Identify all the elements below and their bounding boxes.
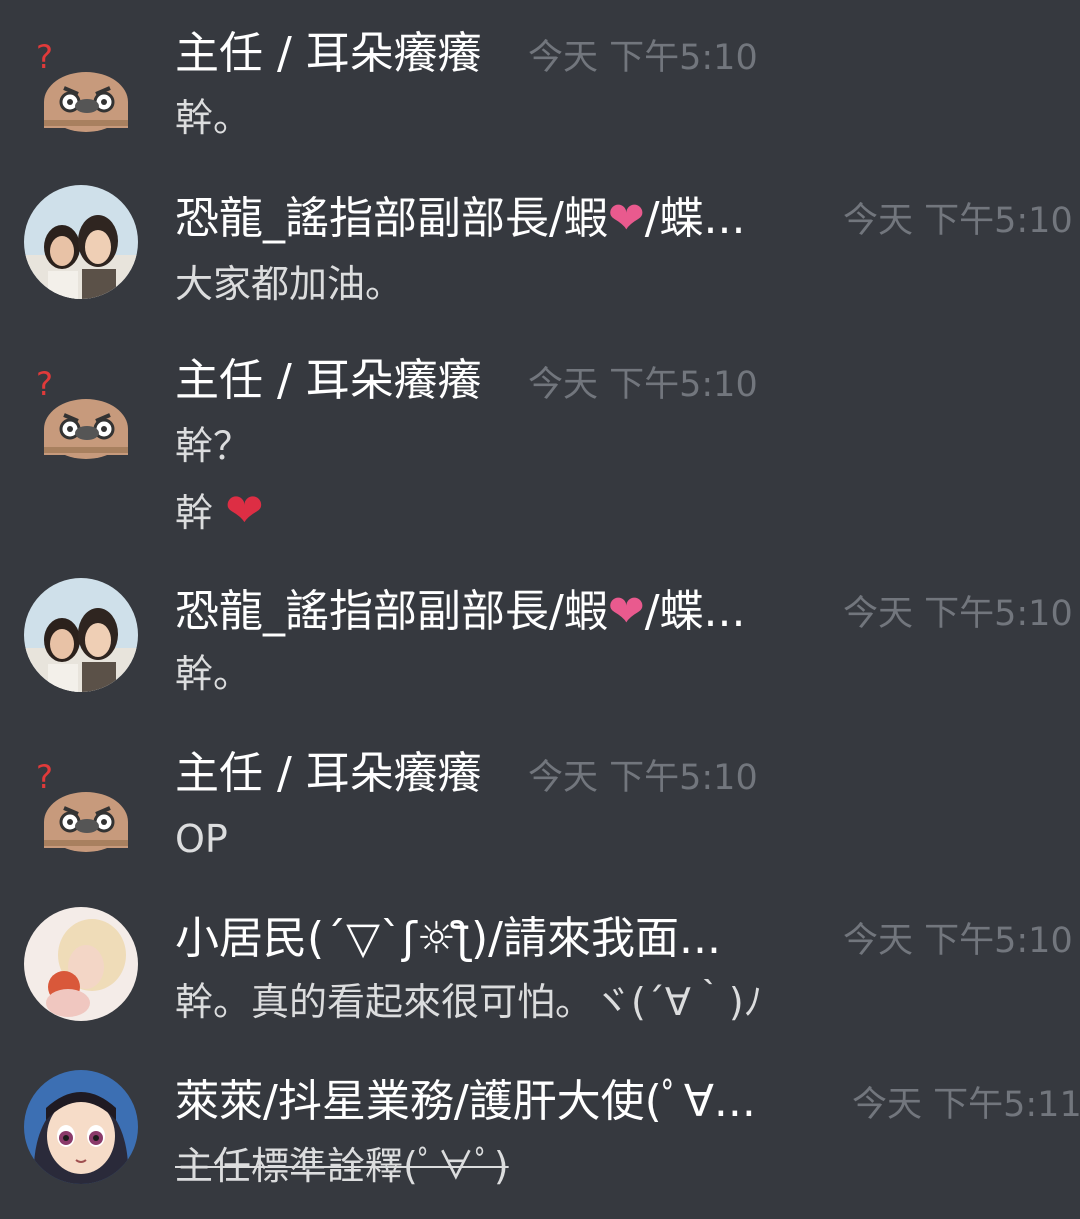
bird-question-avatar[interactable]: ? bbox=[24, 750, 138, 864]
author-name[interactable]: 主任 / 耳朵癢癢 bbox=[175, 26, 482, 82]
timestamp: 今天 下午5:10 bbox=[528, 758, 758, 798]
message-text: 幹 ❤ bbox=[175, 482, 264, 541]
timestamp: 今天 下午5:10 bbox=[843, 921, 1073, 961]
bird-question-avatar[interactable]: ? bbox=[24, 30, 138, 144]
pink-heart-icon: ❤ bbox=[607, 586, 645, 637]
author-name-prefix: 恐龍_謠指部副部長/蝦 bbox=[175, 193, 608, 244]
timestamp: 今天 下午5:10 bbox=[843, 594, 1073, 634]
anime-character-avatar[interactable] bbox=[24, 1070, 138, 1184]
author-name-suffix: /蝶... bbox=[644, 586, 746, 637]
svg-text:?: ? bbox=[36, 365, 53, 403]
svg-text:?: ? bbox=[36, 758, 53, 796]
timestamp: 今天 下午5:10 bbox=[528, 38, 758, 78]
blonde-girl-photo-avatar[interactable] bbox=[24, 907, 138, 1021]
author-name[interactable]: 恐龍_謠指部副部長/蝦❤/蝶... bbox=[175, 191, 746, 247]
author-name-suffix: /蝶... bbox=[644, 193, 746, 244]
red-heart-icon: ❤ bbox=[225, 483, 264, 537]
message-text: 幹。真的看起來很可怕。ヾ(´∀｀)ﾉ bbox=[175, 980, 763, 1024]
message-text: OP bbox=[175, 817, 228, 861]
bird-question-avatar[interactable]: ? bbox=[24, 357, 138, 471]
timestamp: 今天 下午5:10 bbox=[843, 201, 1073, 241]
message-text: 幹。 bbox=[175, 652, 252, 696]
message-text-inline: 幹 bbox=[175, 491, 214, 535]
author-name[interactable]: 小居民(´▽`ʃ☼ƪ)/請來我面... bbox=[175, 911, 721, 967]
author-name[interactable]: 萊萊/抖星業務/護肝大使(ﾟ∀... bbox=[175, 1074, 756, 1130]
svg-text:?: ? bbox=[36, 38, 53, 76]
author-name[interactable]: 主任 / 耳朵癢癢 bbox=[175, 746, 482, 802]
author-name-prefix: 恐龍_謠指部副部長/蝦 bbox=[175, 586, 608, 637]
author-name[interactable]: 主任 / 耳朵癢癢 bbox=[175, 353, 482, 409]
message-text: 幹？ bbox=[175, 424, 252, 468]
message-text: 大家都加油。 bbox=[175, 262, 404, 306]
pink-heart-icon: ❤ bbox=[607, 193, 645, 244]
message-text-strikethrough: 主任標準詮釋(ﾟ∀ﾟ) bbox=[175, 1144, 509, 1188]
author-name[interactable]: 恐龍_謠指部副部長/蝦❤/蝶... bbox=[175, 584, 746, 640]
timestamp: 今天 下午5:10 bbox=[528, 365, 758, 405]
message-text: 幹。 bbox=[175, 96, 252, 140]
two-women-photo-avatar[interactable] bbox=[24, 578, 138, 692]
timestamp: 今天 下午5:11 bbox=[852, 1085, 1080, 1125]
two-women-photo-avatar[interactable] bbox=[24, 185, 138, 299]
